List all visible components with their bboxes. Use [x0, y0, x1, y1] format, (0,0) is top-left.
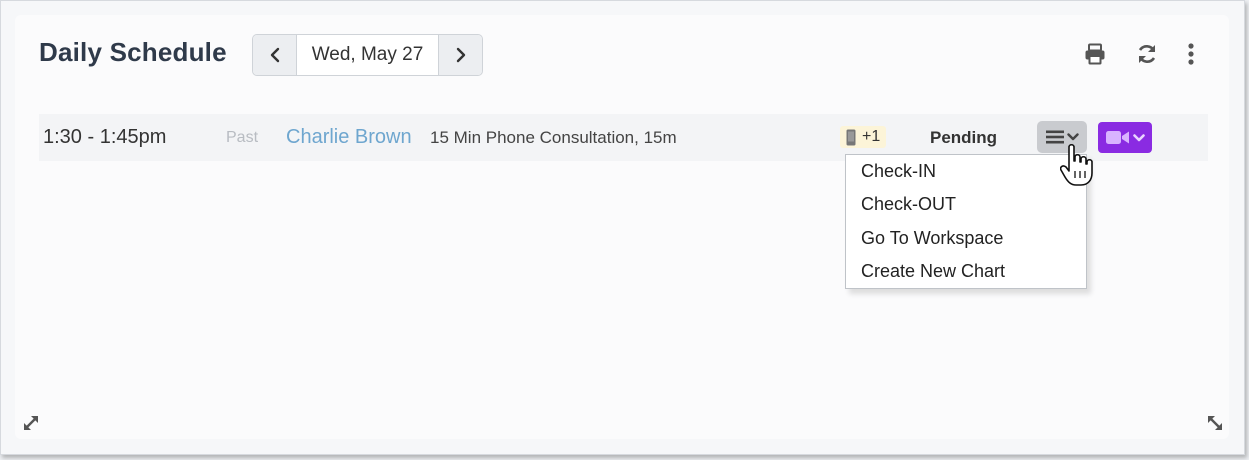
refresh-icon: [1138, 45, 1156, 63]
appointment-time: 1:30 - 1:45pm: [43, 126, 167, 148]
menu-item-create-new-chart[interactable]: Create New Chart: [846, 255, 1086, 288]
menu-item-go-to-workspace[interactable]: Go To Workspace: [846, 222, 1086, 255]
chevron-down-icon: [1066, 133, 1079, 141]
expand-left-button[interactable]: [21, 413, 41, 433]
phone-badge[interactable]: +1: [840, 126, 887, 148]
chevron-right-icon: [456, 47, 465, 63]
phone-extra-count: +1: [862, 128, 881, 145]
print-icon: [1085, 43, 1105, 65]
menu-item-check-out[interactable]: Check-OUT: [846, 188, 1086, 221]
video-camera-icon: [1105, 131, 1129, 144]
video-call-button[interactable]: [1098, 122, 1152, 153]
chevron-down-icon: [1132, 133, 1145, 141]
expand-diagonal-icon: [1208, 416, 1222, 430]
print-button[interactable]: [1081, 40, 1109, 68]
prev-day-button[interactable]: [253, 35, 296, 75]
page-title: Daily Schedule: [39, 37, 227, 67]
actions-menu-button[interactable]: [1037, 121, 1087, 153]
expand-diagonal-icon: [24, 416, 38, 430]
hamburger-icon: [1045, 130, 1064, 144]
appointment-state: Past: [226, 128, 259, 146]
next-day-button[interactable]: [439, 35, 482, 75]
more-vertical-icon: [1188, 43, 1194, 65]
actions-dropdown-menu: Check-IN Check-OUT Go To Workspace Creat…: [845, 154, 1087, 289]
chevron-left-icon: [270, 47, 279, 63]
patient-link[interactable]: Charlie Brown: [286, 114, 412, 161]
mobile-phone-icon: [846, 129, 856, 145]
refresh-button[interactable]: [1133, 40, 1161, 68]
current-date: Wed, May 27: [296, 35, 439, 75]
schedule-card: Daily Schedule Wed, May 27 1:30 - 1:45pm…: [15, 15, 1229, 439]
expand-right-button[interactable]: [1205, 413, 1225, 433]
more-options-button[interactable]: [1177, 40, 1205, 68]
date-navigator: Wed, May 27: [252, 34, 483, 76]
window-frame: Daily Schedule Wed, May 27 1:30 - 1:45pm…: [0, 0, 1245, 455]
menu-item-check-in[interactable]: Check-IN: [846, 155, 1086, 188]
appointment-service: 15 Min Phone Consultation, 15m: [430, 127, 677, 147]
